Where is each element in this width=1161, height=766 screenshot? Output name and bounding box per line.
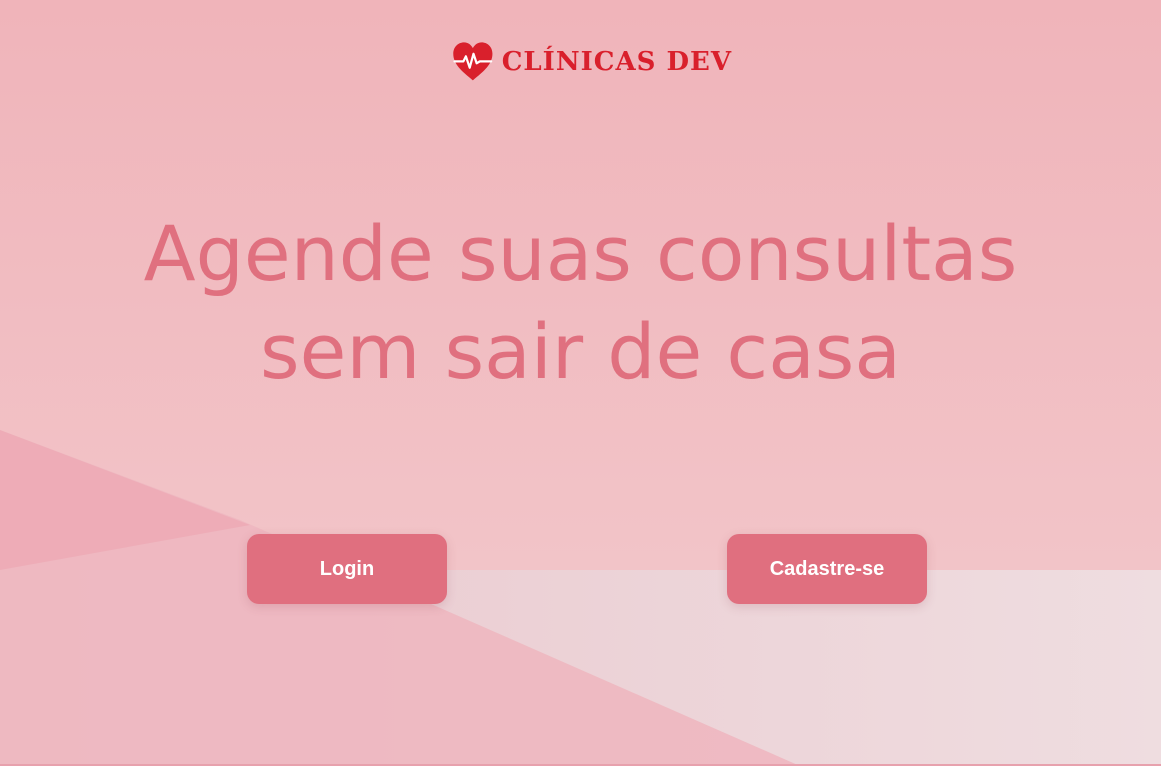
signup-button[interactable]: Cadastre-se [727, 534, 927, 604]
heart-pulse-icon [453, 42, 493, 81]
hero-line-2: sem sair de casa [260, 307, 901, 396]
login-button[interactable]: Login [247, 534, 447, 604]
hero-headline: Agende suas consultas sem sair de casa [0, 205, 1161, 401]
brand-name: CLÍNICAS DEV [501, 47, 732, 77]
hero-line-1: Agende suas consultas [143, 209, 1018, 298]
brand-logo: CLÍNICAS DEV [452, 30, 732, 94]
